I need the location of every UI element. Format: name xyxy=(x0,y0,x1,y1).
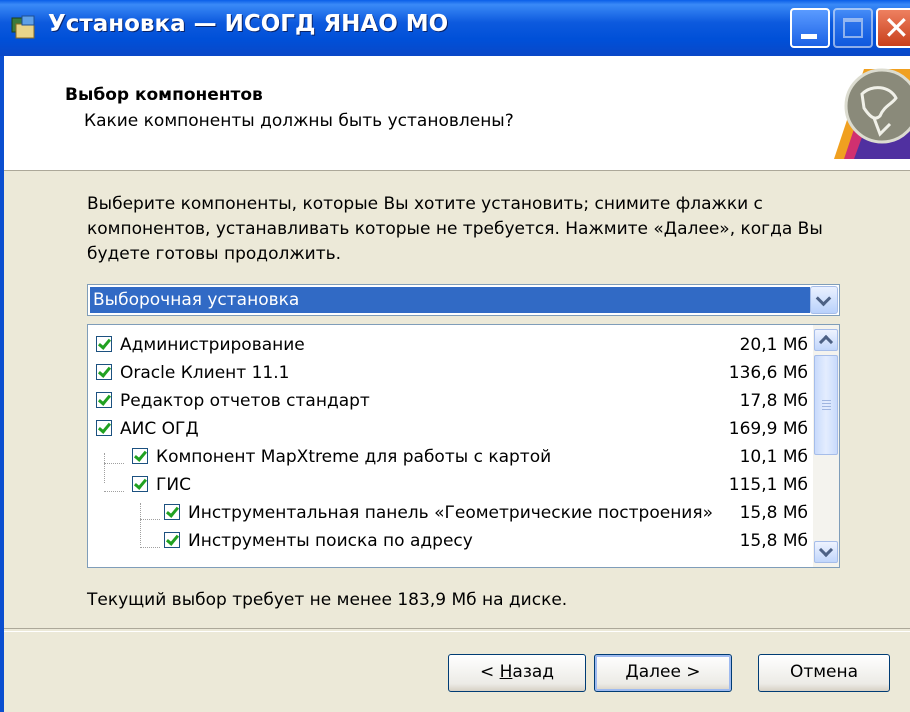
component-label: Oracle Клиент 11.1 xyxy=(120,363,290,383)
component-size: 20,1 Мб xyxy=(739,335,808,355)
window-title: Установка — ИСОГД ЯНАО МО xyxy=(48,11,449,37)
back-mnemonic: Н xyxy=(499,662,513,682)
scrollbar-thumb[interactable] xyxy=(814,355,838,455)
checkbox[interactable] xyxy=(96,392,112,408)
product-logo xyxy=(834,68,910,159)
list-item[interactable]: Инструментальная панель «Геометрические … xyxy=(88,499,808,527)
chevron-down-icon xyxy=(818,542,834,558)
installer-window: Установка — ИСОГД ЯНАО МО ✕ Выбор компон… xyxy=(0,0,910,712)
component-size: 17,8 Мб xyxy=(739,391,808,411)
checkbox[interactable] xyxy=(164,504,180,520)
cancel-button[interactable]: Отмена xyxy=(758,654,890,692)
close-icon: ✕ xyxy=(883,9,910,47)
setup-type-value: Выборочная установка xyxy=(90,287,810,313)
component-label: Инструменты поиска по адресу xyxy=(188,531,473,551)
minimize-icon xyxy=(801,34,817,39)
list-item[interactable]: Инструменты поиска по адресу 15,8 Мб xyxy=(88,527,808,555)
back-label: азад xyxy=(512,662,555,682)
list-item[interactable]: Редактор отчетов стандарт 17,8 Мб xyxy=(88,387,808,415)
list-item[interactable]: Администрирование 20,1 Мб xyxy=(88,331,808,359)
component-size: 169,9 Мб xyxy=(728,419,808,439)
next-mnemonic: Д xyxy=(625,662,639,682)
vertical-scrollbar[interactable] xyxy=(813,325,839,567)
component-label: Инструментальная панель «Геометрические … xyxy=(188,503,713,523)
component-label: Редактор отчетов стандарт xyxy=(120,391,370,411)
grip-icon xyxy=(822,400,831,401)
components-list[interactable]: Администрирование 20,1 Мб Oracle Клиент … xyxy=(87,324,840,568)
component-size: 136,6 Мб xyxy=(728,363,808,383)
back-prefix: < xyxy=(479,662,500,682)
setup-type-dropdown[interactable]: Выборочная установка xyxy=(87,284,840,316)
component-size: 15,8 Мб xyxy=(739,503,808,523)
chevron-down-icon xyxy=(815,290,832,307)
list-item[interactable]: Компонент MapXtreme для работы с картой … xyxy=(88,443,808,471)
dropdown-button[interactable] xyxy=(810,286,838,314)
checkbox[interactable] xyxy=(96,420,112,436)
page-subtitle: Какие компоненты должны быть установлены… xyxy=(84,111,514,131)
maximize-button xyxy=(833,8,873,48)
list-item[interactable]: ГИС 115,1 Мб xyxy=(88,471,808,499)
wizard-header: Выбор компонентов Какие компоненты должн… xyxy=(4,56,910,171)
scroll-down-button[interactable] xyxy=(814,541,838,563)
page-title: Выбор компонентов xyxy=(65,85,263,105)
installer-icon xyxy=(11,15,35,39)
next-button[interactable]: Далее > xyxy=(594,654,732,692)
chevron-up-icon xyxy=(818,334,834,350)
disk-space-text: Текущий выбор требует не менее 183,9 Мб … xyxy=(87,590,568,610)
close-button[interactable]: ✕ xyxy=(876,8,910,48)
instructions-text: Выберите компоненты, которые Вы хотите у… xyxy=(87,194,823,264)
minimize-button[interactable] xyxy=(790,8,830,48)
scroll-up-button[interactable] xyxy=(814,329,838,351)
checkbox[interactable] xyxy=(96,336,112,352)
component-size: 15,8 Мб xyxy=(739,531,808,551)
divider xyxy=(4,628,910,632)
component-size: 115,1 Мб xyxy=(728,475,808,495)
component-label: ГИС xyxy=(156,475,191,495)
checkbox[interactable] xyxy=(164,532,180,548)
checkbox[interactable] xyxy=(132,476,148,492)
component-label: АИС ОГД xyxy=(120,419,199,439)
maximize-icon xyxy=(843,18,863,38)
checkbox[interactable] xyxy=(132,448,148,464)
component-label: Администрирование xyxy=(120,335,305,355)
title-bar[interactable]: Установка — ИСОГД ЯНАО МО ✕ xyxy=(0,0,910,56)
back-button[interactable]: < Назад xyxy=(448,654,586,692)
checkbox[interactable] xyxy=(96,364,112,380)
component-size: 10,1 Мб xyxy=(739,447,808,467)
component-label: Компонент MapXtreme для работы с картой xyxy=(156,447,552,467)
list-item[interactable]: Oracle Клиент 11.1 136,6 Мб xyxy=(88,359,808,387)
next-label: алее > xyxy=(638,662,701,682)
list-item[interactable]: АИС ОГД 169,9 Мб xyxy=(88,415,808,443)
